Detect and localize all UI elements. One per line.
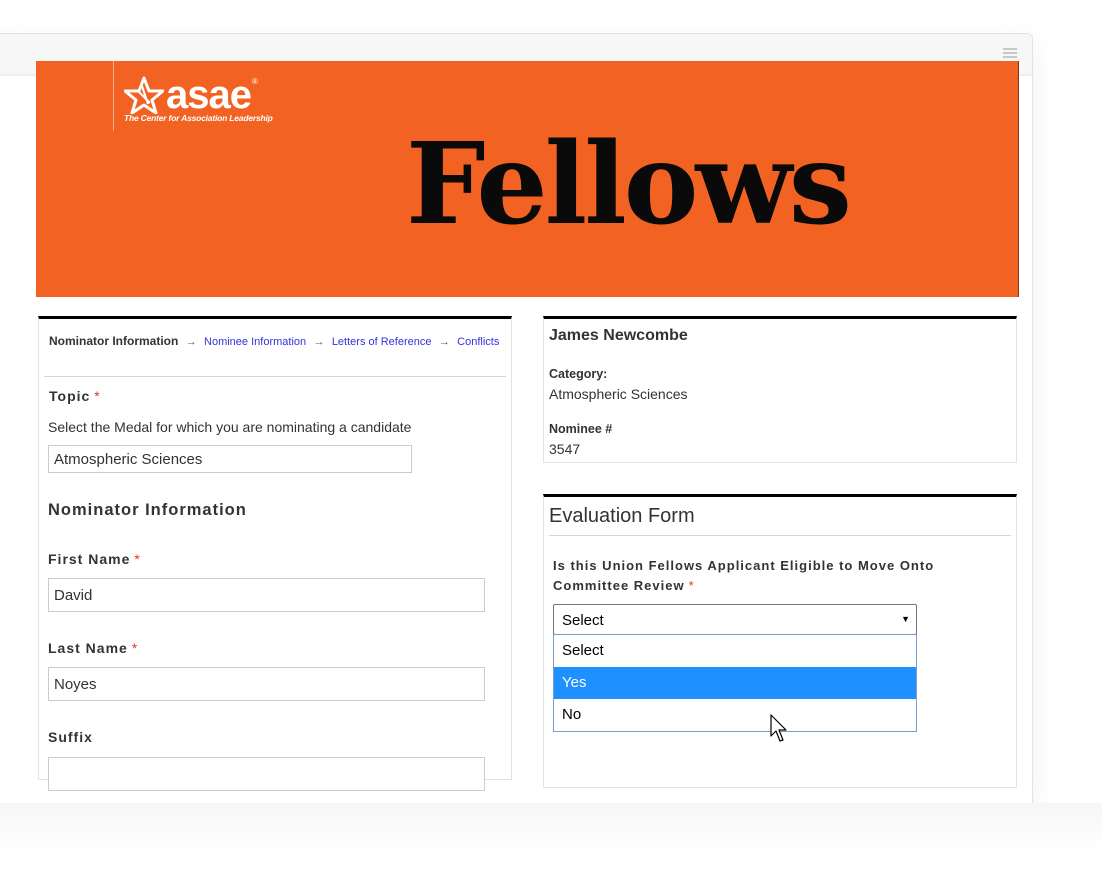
nominee-number-label: Nominee # bbox=[549, 422, 613, 436]
topic-input[interactable] bbox=[48, 445, 412, 473]
last-name-label-text: Last Name bbox=[48, 640, 128, 656]
topic-help-text: Select the Medal for which you are nomin… bbox=[48, 419, 412, 435]
asae-logo: asae ® The Center for Association Leader… bbox=[124, 75, 273, 123]
suffix-label: Suffix bbox=[48, 729, 93, 745]
evaluation-form-title: Evaluation Form bbox=[549, 505, 695, 527]
eligibility-select-value: Select bbox=[562, 612, 604, 629]
banner-divider bbox=[113, 61, 114, 131]
first-name-label-text: First Name bbox=[48, 551, 131, 567]
nomination-form-panel: Nominator Information → Nominee Informat… bbox=[38, 316, 512, 791]
eligibility-question-text: Is this Union Fellows Applicant Eligible… bbox=[553, 558, 935, 593]
logo-word: asae bbox=[166, 73, 252, 117]
option-no[interactable]: No bbox=[554, 699, 916, 731]
category-label: Category: bbox=[549, 367, 608, 381]
suffix-input[interactable] bbox=[48, 757, 485, 791]
suffix-label-text: Suffix bbox=[48, 729, 93, 745]
eligibility-select[interactable]: Select ▼ bbox=[553, 604, 917, 635]
fellows-banner: asae ® The Center for Association Leader… bbox=[36, 61, 1019, 297]
divider bbox=[549, 535, 1011, 536]
nominee-name: James Newcombe bbox=[549, 327, 688, 344]
required-asterisk: * bbox=[688, 578, 695, 593]
first-name-input[interactable] bbox=[48, 578, 485, 612]
star-icon bbox=[124, 76, 164, 114]
breadcrumb-conflicts[interactable]: Conflicts bbox=[457, 336, 499, 348]
hamburger-menu-icon[interactable] bbox=[1003, 48, 1017, 59]
breadcrumb-current: Nominator Information bbox=[49, 334, 179, 348]
nominee-summary-panel: James Newcombe Category: Atmospheric Sci… bbox=[543, 316, 1017, 463]
dropdown-caret-icon: ▼ bbox=[901, 614, 910, 624]
divider bbox=[44, 376, 506, 377]
page-bottom-fade bbox=[0, 803, 1102, 885]
breadcrumb: Nominator Information → Nominee Informat… bbox=[49, 334, 499, 348]
breadcrumb-arrow-icon: → bbox=[313, 336, 325, 348]
required-asterisk: * bbox=[134, 551, 141, 567]
required-asterisk: * bbox=[94, 388, 101, 404]
first-name-label: First Name * bbox=[48, 551, 141, 567]
registered-mark: ® bbox=[251, 76, 258, 86]
banner-title: Fellows bbox=[406, 119, 852, 250]
topic-label: Topic * bbox=[49, 388, 101, 404]
breadcrumb-arrow-icon: → bbox=[185, 336, 197, 348]
evaluation-form-panel: Evaluation Form Is this Union Fellows Ap… bbox=[543, 494, 1017, 788]
option-select[interactable]: Select bbox=[554, 635, 916, 667]
eligibility-question: Is this Union Fellows Applicant Eligible… bbox=[553, 556, 973, 596]
category-value: Atmospheric Sciences bbox=[549, 386, 688, 402]
logo-tagline: The Center for Association Leadership bbox=[124, 113, 273, 123]
nominator-section-title: Nominator Information bbox=[48, 501, 247, 519]
required-asterisk: * bbox=[131, 640, 139, 656]
breadcrumb-arrow-icon: → bbox=[438, 336, 450, 348]
topic-label-text: Topic bbox=[49, 388, 91, 404]
last-name-input[interactable] bbox=[48, 667, 485, 701]
option-yes[interactable]: Yes bbox=[554, 667, 916, 699]
last-name-label: Last Name * bbox=[48, 640, 138, 656]
breadcrumb-nominee-information[interactable]: Nominee Information bbox=[204, 336, 306, 348]
eligibility-dropdown-list: Select Yes No bbox=[553, 634, 917, 732]
nominee-number-value: 3547 bbox=[549, 441, 581, 457]
breadcrumb-letters-of-reference[interactable]: Letters of Reference bbox=[332, 336, 432, 348]
